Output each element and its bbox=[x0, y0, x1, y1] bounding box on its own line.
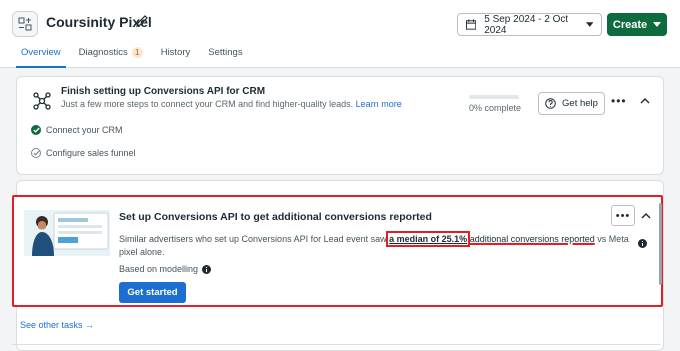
task-description: Similar advertisers who set up Conversio… bbox=[119, 231, 639, 259]
pixel-icon bbox=[12, 11, 38, 37]
chevron-up-icon[interactable] bbox=[640, 97, 650, 105]
info-icon[interactable] bbox=[202, 264, 212, 274]
setup-progress-bar bbox=[469, 95, 519, 99]
tab-label: Overview bbox=[21, 47, 61, 58]
based-on-modelling: Based on modelling bbox=[119, 264, 212, 274]
crm-setup-card: Finish setting up Conversions API for CR… bbox=[16, 76, 664, 175]
help-question-icon bbox=[545, 98, 556, 109]
edit-pencil-icon[interactable] bbox=[135, 14, 149, 28]
create-button[interactable]: Create bbox=[607, 13, 667, 36]
tab-label: Diagnostics bbox=[78, 47, 128, 58]
median-highlight: a median of 25.1% bbox=[386, 231, 471, 247]
learn-more-link[interactable]: Learn more bbox=[356, 99, 402, 109]
get-help-label: Get help bbox=[562, 98, 598, 109]
date-range-picker[interactable]: 5 Sep 2024 - 2 Oct 2024 bbox=[457, 13, 602, 36]
more-options-icon[interactable]: ••• bbox=[611, 205, 635, 226]
checkmark-icon bbox=[31, 125, 41, 135]
incomplete-check-icon bbox=[31, 148, 41, 158]
divider bbox=[12, 344, 660, 345]
step-label: Configure sales funnel bbox=[46, 148, 136, 158]
crm-setup-subtitle-text: Just a few more steps to connect your CR… bbox=[61, 99, 354, 109]
conversions-api-task-card: Set up Conversions API to get additional… bbox=[12, 195, 663, 307]
tab-settings[interactable]: Settings bbox=[199, 42, 251, 68]
additional-conversions-text: additional conversions reported bbox=[469, 234, 595, 244]
chevron-down-icon bbox=[653, 21, 662, 27]
calendar-icon bbox=[466, 19, 477, 30]
based-on-label: Based on modelling bbox=[119, 264, 199, 274]
crm-setup-title: Finish setting up Conversions API for CR… bbox=[61, 86, 266, 97]
tab-label: Settings bbox=[208, 47, 243, 58]
date-range-label: 5 Sep 2024 - 2 Oct 2024 bbox=[484, 13, 569, 36]
tab-label: History bbox=[160, 47, 191, 58]
tab-bar: Overview Diagnostics 1 History Settings bbox=[12, 42, 252, 68]
crm-setup-subtitle: Just a few more steps to connect your CR… bbox=[61, 99, 402, 109]
crm-network-icon bbox=[29, 88, 55, 114]
tab-history[interactable]: History bbox=[152, 42, 200, 68]
get-help-button[interactable]: Get help bbox=[538, 92, 605, 115]
create-button-label: Create bbox=[612, 18, 648, 31]
step-label: Connect your CRM bbox=[46, 125, 123, 135]
advertiser-illustration bbox=[24, 210, 110, 256]
step-configure-funnel[interactable]: Configure sales funnel bbox=[31, 148, 136, 158]
step-connect-crm[interactable]: Connect your CRM bbox=[31, 125, 123, 135]
task-title: Set up Conversions API to get additional… bbox=[119, 211, 432, 223]
scrollbar[interactable] bbox=[659, 203, 662, 285]
task-desc-text: Similar advertisers who set up Conversio… bbox=[119, 234, 387, 244]
tab-diagnostics[interactable]: Diagnostics 1 bbox=[70, 42, 152, 68]
see-other-tasks-link[interactable]: See other tasks → bbox=[20, 320, 94, 330]
more-options-icon[interactable]: ••• bbox=[611, 95, 627, 107]
chevron-down-icon bbox=[585, 21, 593, 27]
tab-overview[interactable]: Overview bbox=[12, 42, 70, 68]
info-icon[interactable] bbox=[638, 239, 647, 248]
chevron-up-icon[interactable] bbox=[641, 212, 651, 220]
diagnostics-count-badge: 1 bbox=[131, 47, 143, 58]
setup-progress-label: 0% complete bbox=[469, 103, 522, 113]
get-started-button[interactable]: Get started bbox=[119, 282, 186, 303]
header-bar: Coursinity Pixel 5 Sep 2024 - 2 Oct 2024… bbox=[0, 0, 680, 68]
